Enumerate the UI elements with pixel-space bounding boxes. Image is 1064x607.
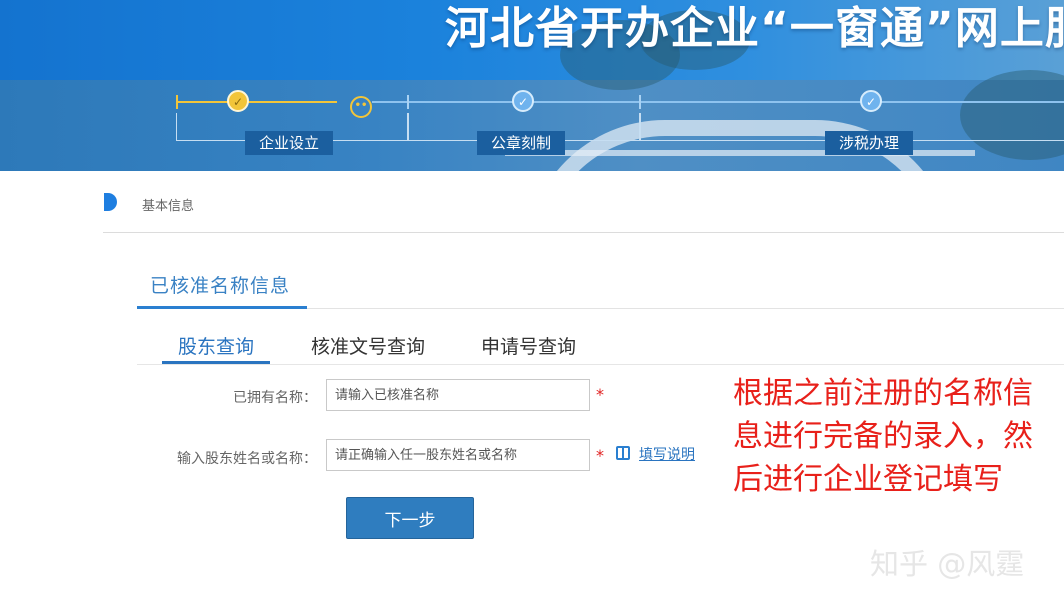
progress-line-completed (177, 101, 337, 103)
progress-tick (407, 95, 409, 109)
required-mark: * (596, 446, 604, 465)
step-current-ellipsis-icon: •• (350, 96, 372, 118)
watermark: 知乎 @风霆 (870, 547, 1025, 581)
section-marker-icon (104, 193, 117, 211)
panel-title-underline (137, 306, 307, 309)
step-check-icon: ✓ (860, 90, 882, 112)
shareholder-name-label: 输入股东姓名或名称： (177, 451, 317, 467)
panel-title: 已核准名称信息 (150, 275, 291, 297)
approved-name-label: 已拥有名称： (233, 390, 317, 406)
shareholder-name-input[interactable] (326, 439, 590, 471)
step-label-company-setup[interactable]: 企业设立 (245, 131, 334, 155)
fill-instructions-link[interactable]: 填写说明 (639, 444, 695, 464)
tab-approval-number-query[interactable]: 核准文号查询 (311, 332, 425, 359)
progress-tick (639, 95, 641, 109)
section-divider (103, 232, 1064, 233)
approved-name-input[interactable] (326, 379, 590, 411)
step-check-icon: ✓ (512, 90, 534, 112)
step-label-seal-engraving[interactable]: 公章刻制 (477, 131, 566, 155)
active-tab-indicator (162, 361, 270, 364)
tab-divider (137, 364, 1064, 365)
header-banner: 河北省开办企业“一窗通”网上服 ✓ •• ✓ ✓ 企业设立 公章刻制 涉税办理 (0, 0, 1064, 171)
banner-title: 河北省开办企业“一窗通”网上服 (445, 3, 1064, 54)
tab-application-number-query[interactable]: 申请号查询 (481, 332, 576, 359)
step-complete-check-icon: ✓ (227, 90, 249, 112)
progress-line-pending (372, 101, 1064, 103)
progress-tick (176, 95, 178, 109)
required-mark: * (596, 385, 604, 404)
annotation-text: 根据之前注册的名称信息进行完备的录入，然后进行企业登记填写 (733, 376, 1033, 497)
section-title: 基本信息 (142, 199, 195, 214)
next-step-button[interactable]: 下一步 (346, 497, 474, 539)
step-label-tax-handling[interactable]: 涉税办理 (825, 131, 914, 155)
tab-shareholder-query[interactable]: 股东查询 (178, 332, 254, 359)
book-icon[interactable] (616, 446, 630, 460)
